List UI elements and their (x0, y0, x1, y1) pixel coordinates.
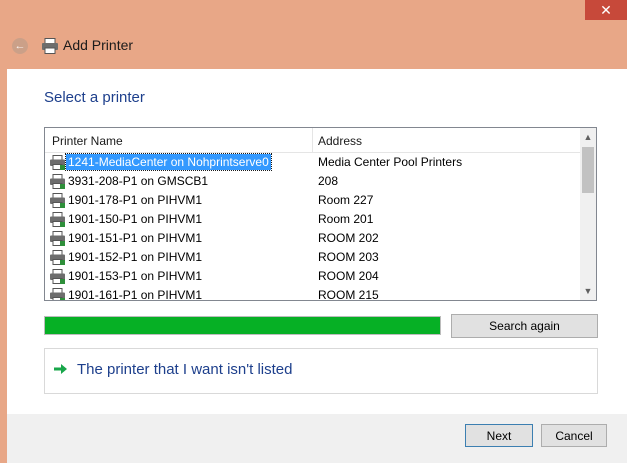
printer-name: 1901-151-P1 on PIHVM1 (68, 231, 203, 245)
printer-address: 208 (318, 174, 339, 188)
list-header: Printer Name Address (45, 128, 581, 153)
printer-name: 1901-178-P1 on PIHVM1 (68, 193, 203, 207)
network-printer-icon (50, 193, 65, 208)
printer-address: Room 227 (318, 193, 374, 207)
network-printer-icon (50, 155, 65, 170)
table-row[interactable]: 1901-152-P1 on PIHVM1 ROOM 203 (45, 248, 581, 267)
column-header-address[interactable]: Address (318, 134, 362, 148)
table-row[interactable]: 1241-MediaCenter on Nohprintserve0 Media … (45, 153, 581, 172)
network-printer-icon (50, 174, 65, 189)
cancel-button[interactable]: Cancel (541, 424, 607, 447)
table-row[interactable]: 1901-150-P1 on PIHVM1 Room 201 (45, 210, 581, 229)
printer-name: 1901-150-P1 on PIHVM1 (68, 212, 203, 226)
scrollbar-thumb[interactable] (582, 147, 594, 193)
printer-list[interactable]: Printer Name Address 1241-MediaCenter on… (44, 127, 597, 301)
table-row[interactable]: 1901-153-P1 on PIHVM1 ROOM 204 (45, 267, 581, 286)
network-printer-icon (50, 212, 65, 227)
close-button[interactable]: ✕ (585, 0, 627, 20)
network-printer-icon (50, 231, 65, 246)
scroll-up-icon[interactable]: ▲ (580, 129, 596, 145)
back-arrow-icon: ← (14, 40, 26, 52)
close-icon: ✕ (600, 1, 612, 18)
not-listed-option[interactable]: The printer that I want isn't listed (44, 348, 598, 394)
scroll-down-icon[interactable]: ▼ (580, 283, 596, 299)
printer-address: Media Center Pool Printers (318, 155, 463, 169)
table-row[interactable]: 3931-208-P1 on GMSCB1 208 (45, 172, 581, 191)
list-scrollbar[interactable]: ▲ ▼ (580, 128, 596, 300)
printer-name: 1901-152-P1 on PIHVM1 (68, 250, 203, 264)
table-row[interactable]: 1901-151-P1 on PIHVM1 ROOM 202 (45, 229, 581, 248)
printer-name: 1901-161-P1 on PIHVM1 (68, 288, 203, 301)
window-title: Add Printer (63, 37, 134, 53)
column-divider[interactable] (312, 128, 313, 152)
printer-rows: 1241-MediaCenter on Nohprintserve0 Media … (45, 153, 581, 301)
progress-fill (45, 317, 440, 334)
printer-address: ROOM 215 (318, 288, 379, 301)
search-again-button[interactable]: Search again (451, 314, 598, 338)
search-progress-bar (44, 316, 441, 335)
printer-address: ROOM 204 (318, 269, 379, 283)
printer-icon (42, 38, 58, 54)
back-button[interactable]: ← (12, 38, 28, 54)
footer-bar (7, 414, 627, 463)
printer-name: 3931-208-P1 on GMSCB1 (68, 174, 209, 188)
printer-name: 1901-153-P1 on PIHVM1 (68, 269, 203, 283)
network-printer-icon (50, 288, 65, 300)
printer-address: ROOM 202 (318, 231, 379, 245)
table-row[interactable]: 1901-178-P1 on PIHVM1 Room 227 (45, 191, 581, 210)
printer-address: ROOM 203 (318, 250, 379, 264)
page-title: Select a printer (44, 89, 145, 106)
network-printer-icon (50, 250, 65, 265)
column-header-name[interactable]: Printer Name (52, 134, 123, 148)
printer-name: 1241-MediaCenter on Nohprintserve0 (65, 153, 272, 171)
table-row[interactable]: 1901-161-P1 on PIHVM1 ROOM 215 (45, 286, 581, 301)
not-listed-link[interactable]: The printer that I want isn't listed (77, 361, 292, 378)
printer-address: Room 201 (318, 212, 374, 226)
network-printer-icon (50, 269, 65, 284)
green-arrow-icon (54, 364, 67, 374)
next-button[interactable]: Next (465, 424, 533, 447)
